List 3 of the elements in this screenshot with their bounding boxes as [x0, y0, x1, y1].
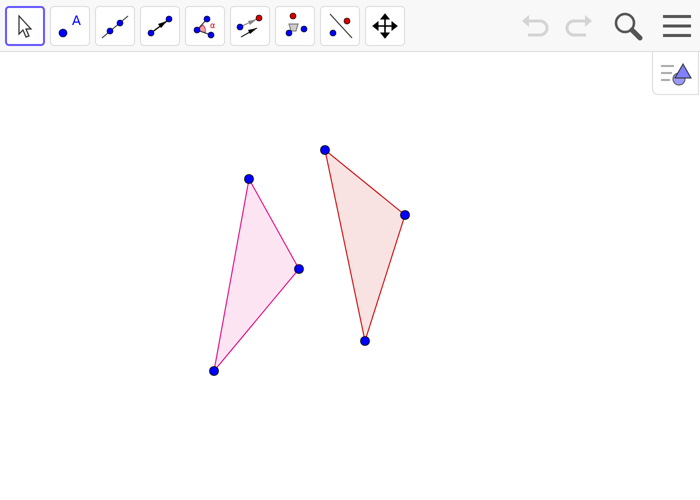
tool-button[interactable]	[5, 6, 45, 46]
four-arrows-icon	[370, 10, 400, 40]
style-bar-toggle[interactable]	[652, 52, 699, 95]
